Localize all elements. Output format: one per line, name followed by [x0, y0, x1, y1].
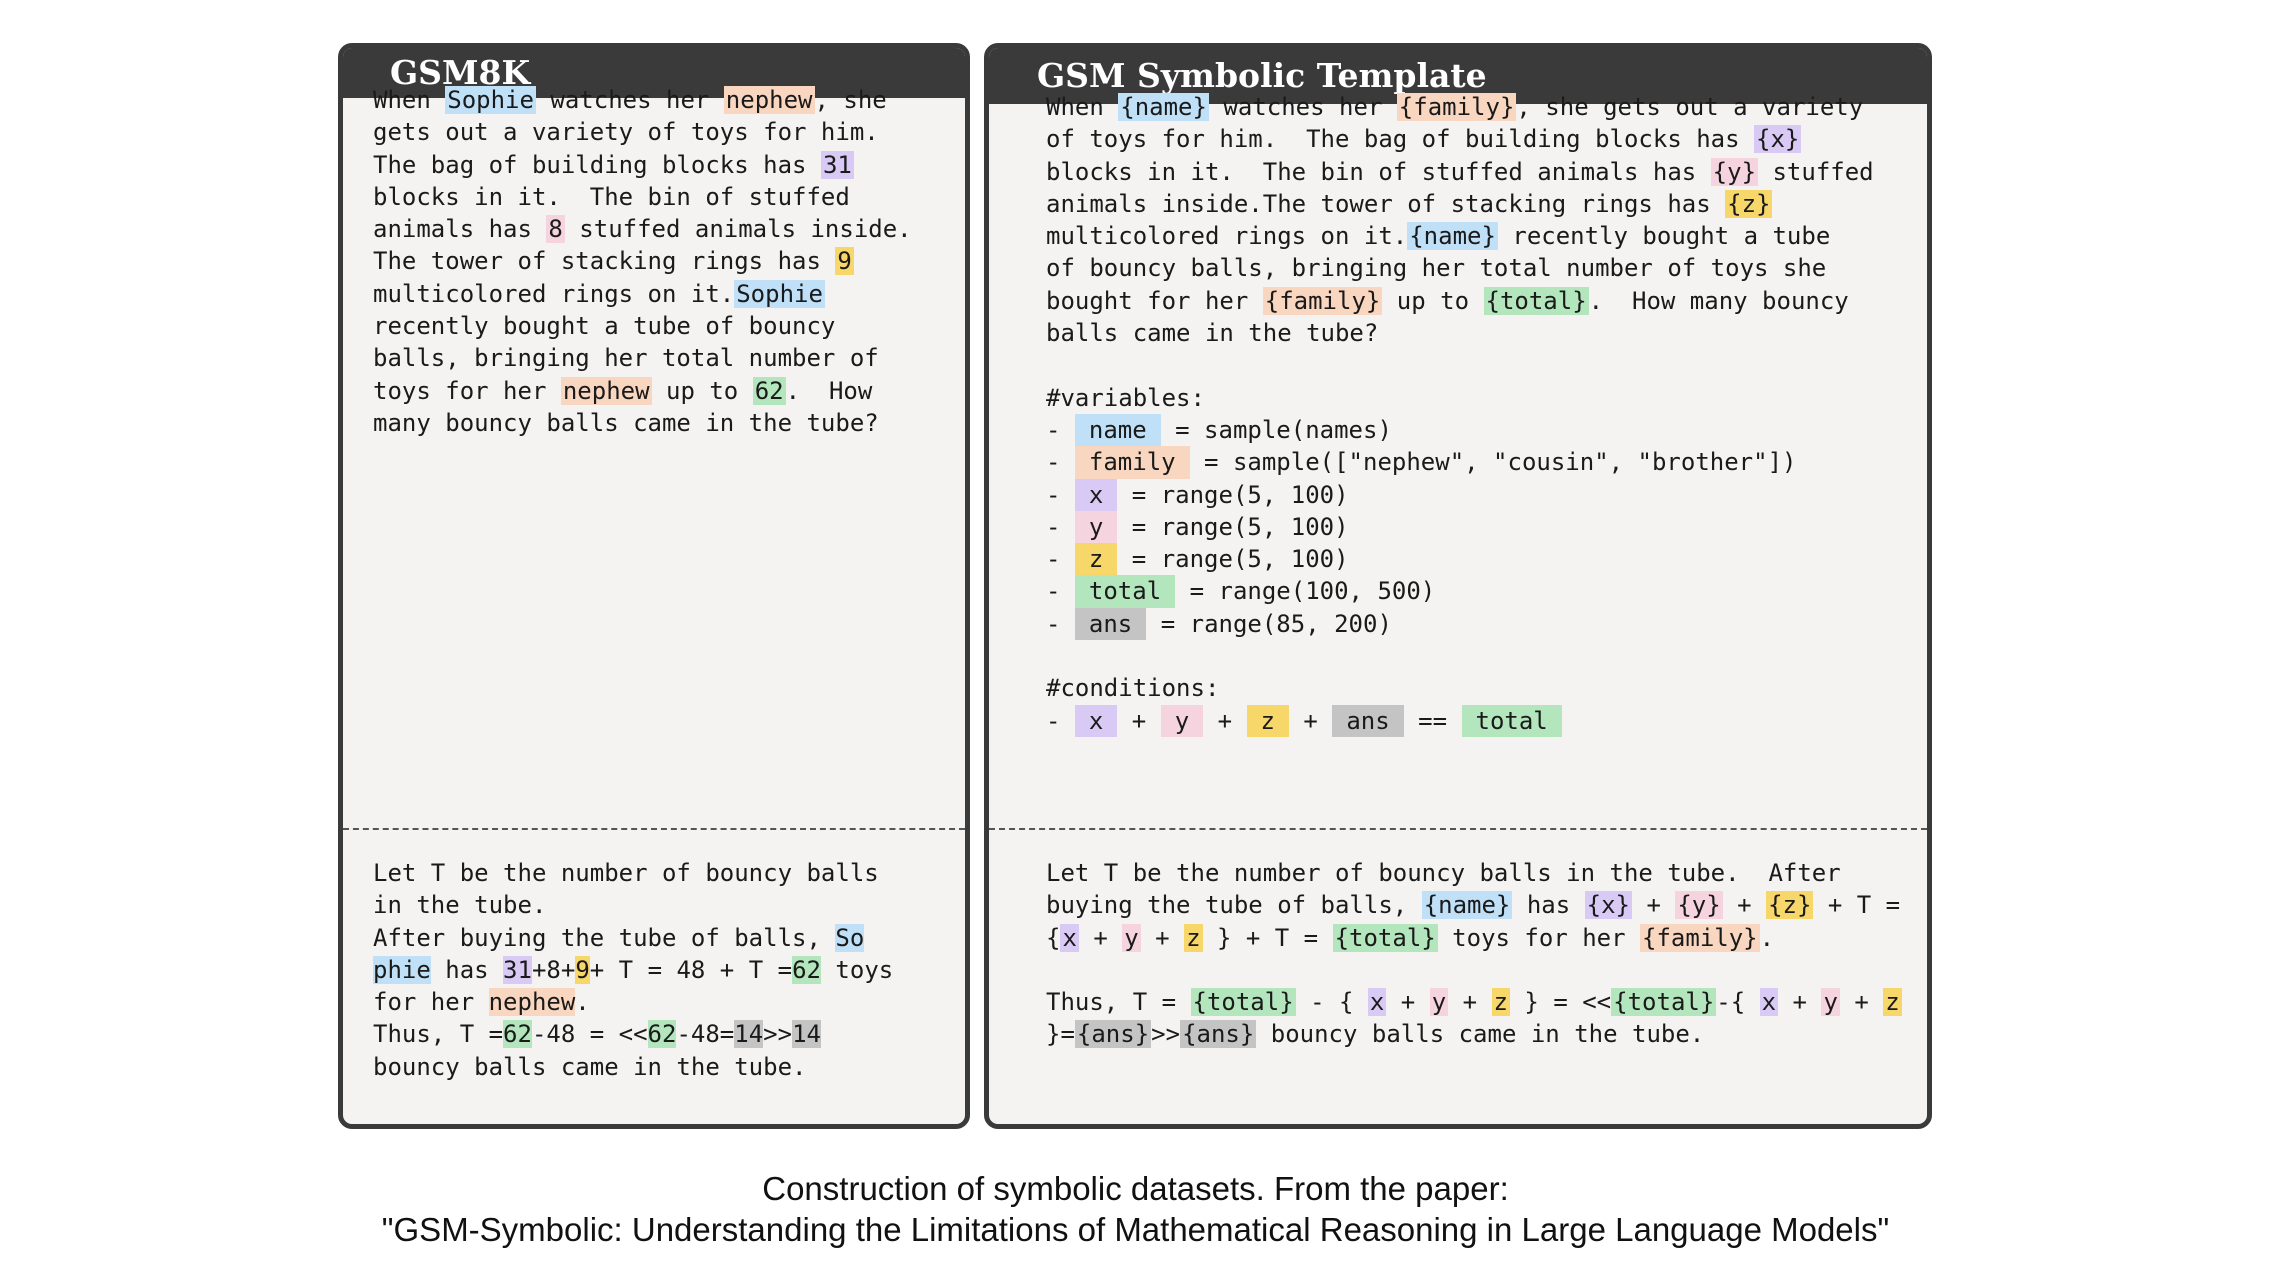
y-highlight: {y}: [1675, 891, 1723, 920]
name-highlight: phie: [373, 955, 431, 984]
conditions-header: #conditions:: [1046, 674, 1220, 703]
ans-highlight: {ans}: [1180, 1020, 1257, 1049]
variables-header: #variables:: [1046, 383, 1205, 412]
family-highlight: nephew: [560, 376, 652, 405]
z-highlight: {z}: [1725, 189, 1773, 218]
name-highlight: Sophie: [445, 86, 536, 114]
condition-y: y: [1160, 704, 1204, 737]
z-highlight: z: [1491, 988, 1510, 1017]
condition-ans: ans: [1332, 704, 1404, 737]
section-divider: [343, 828, 965, 830]
variable-x: x: [1074, 478, 1118, 511]
name-highlight: {name}: [1421, 891, 1513, 920]
gsm-symbolic-panel: GSM Symbolic Template When {name} watche…: [984, 43, 1932, 1129]
z-highlight: z: [1883, 988, 1902, 1017]
z-highlight: z: [1184, 923, 1203, 952]
name-highlight: {name}: [1407, 222, 1498, 251]
variable-z: z: [1074, 543, 1118, 576]
y-highlight: y: [1429, 988, 1449, 1017]
x-highlight: {x}: [1754, 125, 1802, 154]
total-highlight: {total}: [1332, 923, 1438, 952]
x-highlight: x: [1367, 988, 1387, 1017]
x-highlight: 31: [820, 150, 854, 179]
symbolic-solution-template: Let T be the number of bouncy balls in t…: [1046, 859, 1902, 1049]
total-highlight: 62: [503, 1020, 532, 1049]
y-highlight: y: [1122, 923, 1141, 952]
gsm8k-question: When Sophie watches her nephew, she gets…: [373, 86, 912, 437]
gsm8k-solution: Let T be the number of bouncy balls in t…: [373, 859, 894, 1081]
ans-highlight: 14: [734, 1020, 764, 1049]
total-highlight: 62: [752, 376, 786, 405]
name-highlight: {name}: [1118, 93, 1209, 121]
family-highlight: {family}: [1262, 286, 1383, 315]
caption-line-1: Construction of symbolic datasets. From …: [762, 1170, 1509, 1207]
z-highlight: {z}: [1766, 891, 1814, 920]
z-highlight: 9: [835, 247, 854, 276]
z-highlight: 9: [575, 955, 590, 984]
variable-total: total: [1074, 575, 1176, 608]
figure-caption: Construction of symbolic datasets. From …: [0, 1168, 2271, 1250]
x-highlight: x: [1060, 923, 1079, 952]
condition-total: total: [1461, 704, 1562, 737]
y-highlight: 8: [546, 215, 565, 244]
family-highlight: {family}: [1640, 923, 1760, 952]
variable-y: y: [1074, 510, 1118, 544]
name-highlight: Sophie: [734, 279, 825, 308]
total-highlight: 62: [647, 1020, 677, 1049]
family-highlight: nephew: [488, 988, 576, 1017]
variable-name: name: [1074, 413, 1161, 447]
ans-highlight: 14: [792, 1020, 821, 1049]
total-highlight: {total}: [1483, 286, 1589, 315]
condition-z: z: [1246, 704, 1289, 737]
symbolic-question-template: When {name} watches her {family}, she ge…: [1046, 91, 1874, 737]
variable-ans: ans: [1074, 607, 1147, 641]
ans-highlight: {ans}: [1074, 1020, 1152, 1049]
variable-family: family: [1074, 446, 1190, 479]
family-highlight: {family}: [1396, 93, 1517, 121]
section-divider: [989, 828, 1927, 830]
condition-x: x: [1074, 704, 1118, 737]
x-highlight: 31: [503, 955, 532, 984]
family-highlight: nephew: [723, 86, 815, 114]
gsm8k-panel: GSM8K When Sophie watches her nephew, sh…: [338, 43, 970, 1129]
x-highlight: {x}: [1584, 891, 1632, 920]
y-highlight: y: [1821, 988, 1840, 1017]
total-highlight: 62: [792, 955, 821, 984]
name-highlight: So: [835, 923, 865, 952]
total-highlight: {total}: [1611, 988, 1717, 1017]
x-highlight: x: [1759, 988, 1779, 1017]
total-highlight: {total}: [1190, 988, 1296, 1017]
caption-line-2: "GSM-Symbolic: Understanding the Limitat…: [381, 1211, 1890, 1248]
y-highlight: {y}: [1710, 157, 1759, 186]
